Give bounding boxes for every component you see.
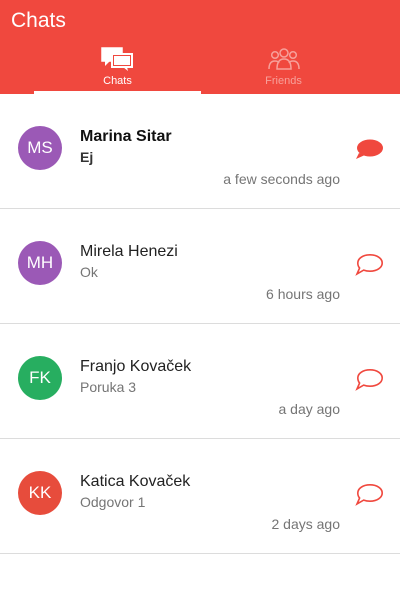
avatar: FK (18, 356, 62, 400)
chat-row[interactable]: MS Marina Sitar Ej a few seconds ago (0, 94, 400, 209)
message-outline-icon[interactable] (355, 483, 384, 507)
contact-name: Mirela Henezi (80, 243, 178, 260)
message-filled-icon[interactable] (355, 138, 384, 162)
contact-name: Marina Sitar (80, 128, 172, 145)
last-message: Ej (80, 149, 94, 165)
message-outline-icon[interactable] (355, 253, 384, 277)
timestamp: 2 days ago (271, 516, 341, 532)
timestamp: 6 hours ago (266, 286, 340, 302)
app-title: Chats (11, 9, 66, 32)
tab-chats[interactable]: Chats (34, 44, 201, 94)
avatar: MH (18, 241, 62, 285)
chat-row[interactable]: FK Franjo Kovaček Poruka 3 a day ago (0, 324, 400, 439)
last-message: Poruka 3 (80, 379, 137, 395)
last-message: Ok (80, 264, 98, 280)
chat-row[interactable]: MH Mirela Henezi Ok 6 hours ago (0, 209, 400, 324)
timestamp: a few seconds ago (223, 171, 340, 187)
message-outline-icon[interactable] (355, 368, 384, 392)
chat-row[interactable]: KK Katica Kovaček Odgovor 1 2 days ago (0, 439, 400, 554)
people-icon (267, 48, 300, 70)
avatar: KK (18, 471, 62, 515)
contact-name: Katica Kovaček (80, 473, 191, 490)
tab-chats-label: Chats (103, 75, 132, 87)
contact-name: Franjo Kovaček (80, 358, 192, 375)
timestamp: a day ago (278, 401, 341, 417)
last-message: Odgovor 1 (80, 494, 146, 510)
avatar: MS (18, 126, 62, 170)
tab-friends-label: Friends (265, 75, 302, 87)
tab-friends[interactable]: Friends (200, 44, 367, 94)
chat-list: MS Marina Sitar Ej a few seconds ago MH … (0, 94, 400, 554)
app-bar: Chats Chats Friends (0, 0, 400, 94)
chat-bubbles-icon (100, 47, 133, 71)
